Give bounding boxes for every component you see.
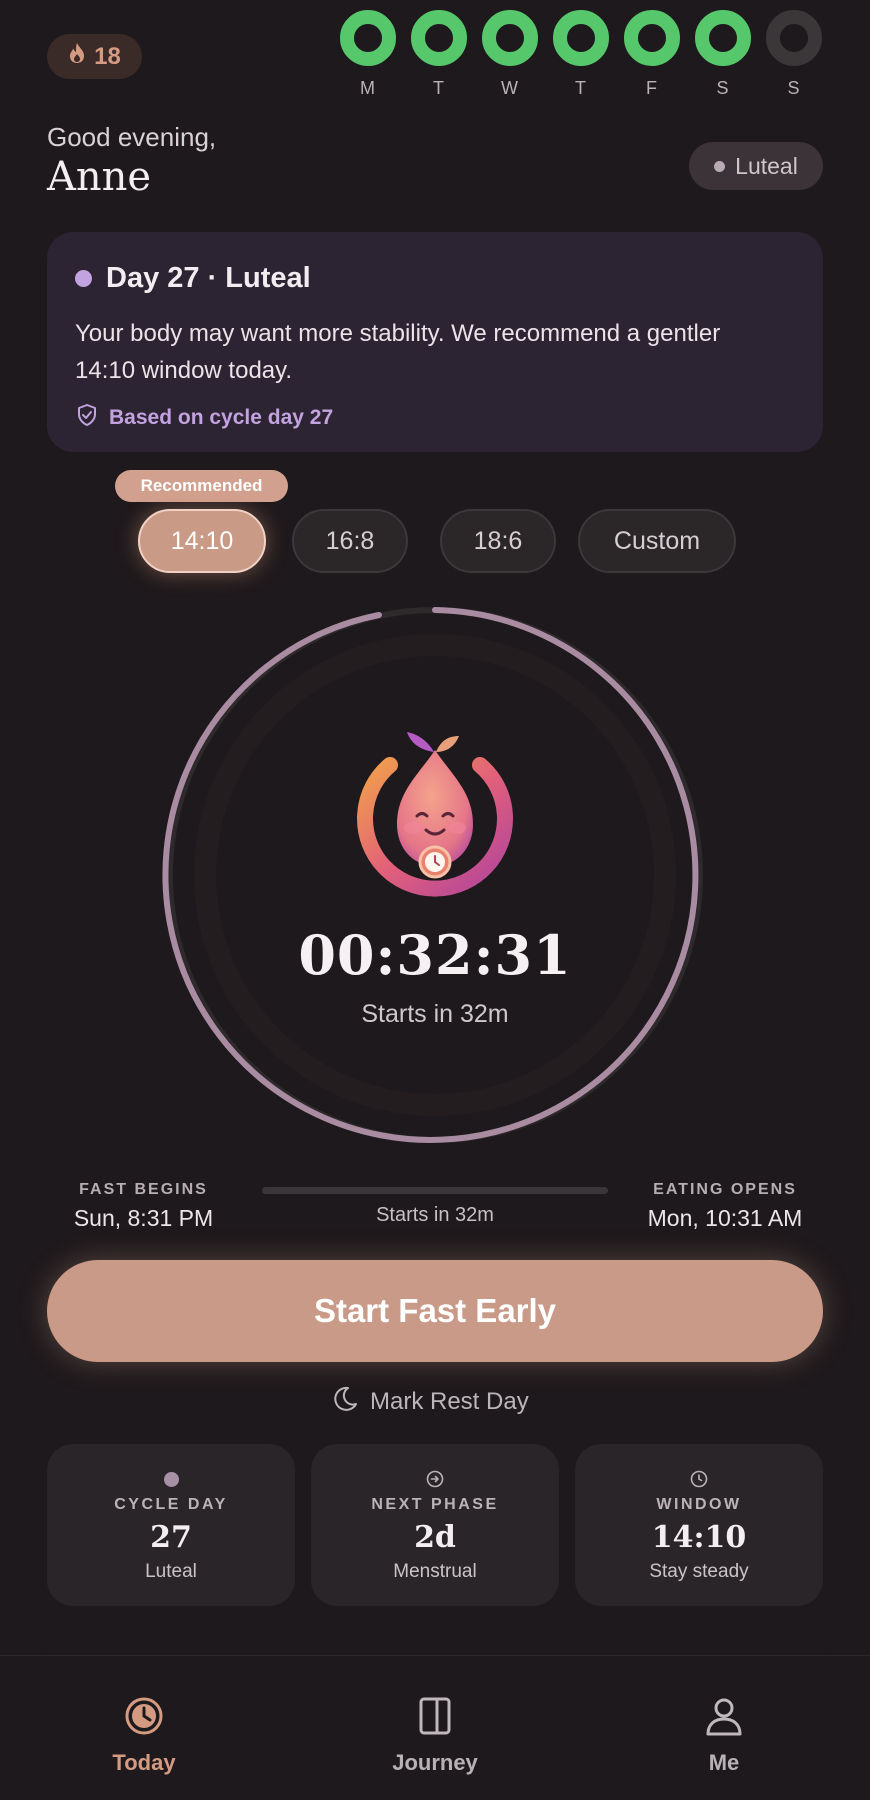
stat-value: 14:10: [651, 1520, 747, 1555]
eating-opens-value: Mon, 10:31 AM: [647, 1205, 803, 1231]
window-option-14-10[interactable]: 14:10: [138, 509, 266, 573]
flame-icon: [68, 42, 86, 71]
day-label: S: [787, 78, 801, 98]
weekday-tuesday[interactable]: T: [411, 10, 467, 99]
weekday-sunday[interactable]: S: [766, 10, 822, 99]
window-option-custom[interactable]: Custom: [578, 509, 736, 573]
timer-icon: [69, 1696, 219, 1740]
day-label: S: [716, 78, 730, 98]
stat-subtitle: Stay steady: [649, 1561, 749, 1582]
stat-value: 2d: [414, 1520, 456, 1555]
today-screen: 18 M T W T F S S Good evening, Anne Lute…: [0, 0, 870, 1650]
day-label: T: [575, 78, 587, 98]
streak-badge[interactable]: 18: [47, 34, 142, 79]
weekday-wednesday[interactable]: W: [482, 10, 538, 99]
insight-body: Your body may want more stability. We re…: [75, 320, 721, 384]
fast-begins-label: FAST BEGINS: [79, 1181, 208, 1198]
greeting: Good evening,: [47, 122, 217, 152]
tab-me[interactable]: Me: [649, 1696, 799, 1776]
stat-card-next-phase[interactable]: NEXT PHASE 2d Menstrual: [311, 1444, 559, 1606]
countdown-subtitle: Starts in 32m: [361, 1000, 509, 1028]
mark-rest-day-label: Mark Rest Day: [370, 1388, 529, 1415]
eating-opens-label: EATING OPENS: [653, 1181, 797, 1198]
window-option-16-8[interactable]: 16:8: [292, 509, 408, 573]
phase-pill-label: Luteal: [735, 152, 798, 179]
insight-note-text: Based on cycle day 27: [109, 406, 334, 429]
day-label: T: [433, 78, 445, 98]
day-ring: [553, 10, 609, 66]
stat-card-cycle-day[interactable]: CYCLE DAY 27 Luteal: [47, 1444, 295, 1606]
stat-subtitle: Menstrual: [393, 1561, 477, 1582]
fast-begins-value: Sun, 8:31 PM: [73, 1205, 214, 1231]
fast-progress-bar: [262, 1187, 608, 1194]
fast-progress-label: Starts in 32m: [376, 1204, 494, 1226]
day-ring: [624, 10, 680, 66]
day-ring: [340, 10, 396, 66]
weekly-streak: M T W T F S S: [340, 10, 824, 100]
insight-title-row: Day 27 · Luteal: [75, 262, 795, 295]
stat-value: 27: [150, 1520, 192, 1555]
insight-title: Day 27 · Luteal: [106, 262, 311, 294]
book-icon: [360, 1696, 510, 1740]
weekday-thursday[interactable]: T: [553, 10, 609, 99]
user-name: Anne: [47, 154, 152, 200]
weekday-friday[interactable]: F: [624, 10, 680, 99]
bottom-tab-bar: Today Journey Me: [0, 1655, 870, 1800]
tab-label: Today: [112, 1750, 176, 1775]
day-label: W: [501, 78, 519, 98]
day-label: M: [360, 78, 376, 98]
fast-begins: FAST BEGINS Sun, 8:31 PM: [47, 1181, 240, 1232]
tab-label: Journey: [392, 1750, 478, 1775]
streak-count: 18: [94, 42, 121, 70]
day-ring: [411, 10, 467, 66]
moon-icon: [330, 1384, 360, 1421]
mascot-icon: [357, 732, 513, 897]
start-fast-early-button[interactable]: Start Fast Early: [47, 1260, 823, 1362]
shield-check-icon: [75, 403, 99, 433]
day-ring: [482, 10, 538, 66]
stat-subtitle: Luteal: [145, 1561, 197, 1582]
phase-pill[interactable]: Luteal: [689, 142, 823, 190]
countdown-timer: 00:32:31: [298, 923, 572, 987]
weekday-saturday[interactable]: S: [695, 10, 751, 99]
person-icon: [649, 1696, 799, 1740]
dot-icon: [47, 1468, 295, 1490]
day-ring: [766, 10, 822, 66]
day-label: F: [646, 78, 658, 98]
day-ring: [695, 10, 751, 66]
mark-rest-day-button[interactable]: Mark Rest Day: [330, 1382, 540, 1422]
tab-journey[interactable]: Journey: [360, 1696, 510, 1776]
tab-today[interactable]: Today: [69, 1696, 219, 1776]
weekday-monday[interactable]: M: [340, 10, 396, 99]
eating-opens: EATING OPENS Mon, 10:31 AM: [625, 1181, 825, 1232]
recommended-badge: Recommended: [115, 470, 288, 502]
window-option-18-6[interactable]: 18:6: [440, 509, 556, 573]
clock-icon: [575, 1468, 823, 1490]
cycle-insight-card: Day 27 · Luteal Your body may want more …: [47, 232, 823, 452]
phase-dot-icon: [714, 160, 726, 172]
phase-dot-icon: [75, 270, 92, 287]
tab-label: Me: [708, 1750, 740, 1775]
arrow-right-circle-icon: [311, 1468, 559, 1490]
insight-note: Based on cycle day 27: [75, 403, 795, 433]
stat-label: CYCLE DAY: [114, 1496, 228, 1513]
stat-card-window[interactable]: WINDOW 14:10 Stay steady: [575, 1444, 823, 1606]
stat-label: NEXT PHASE: [371, 1496, 499, 1513]
stat-label: WINDOW: [656, 1496, 742, 1513]
